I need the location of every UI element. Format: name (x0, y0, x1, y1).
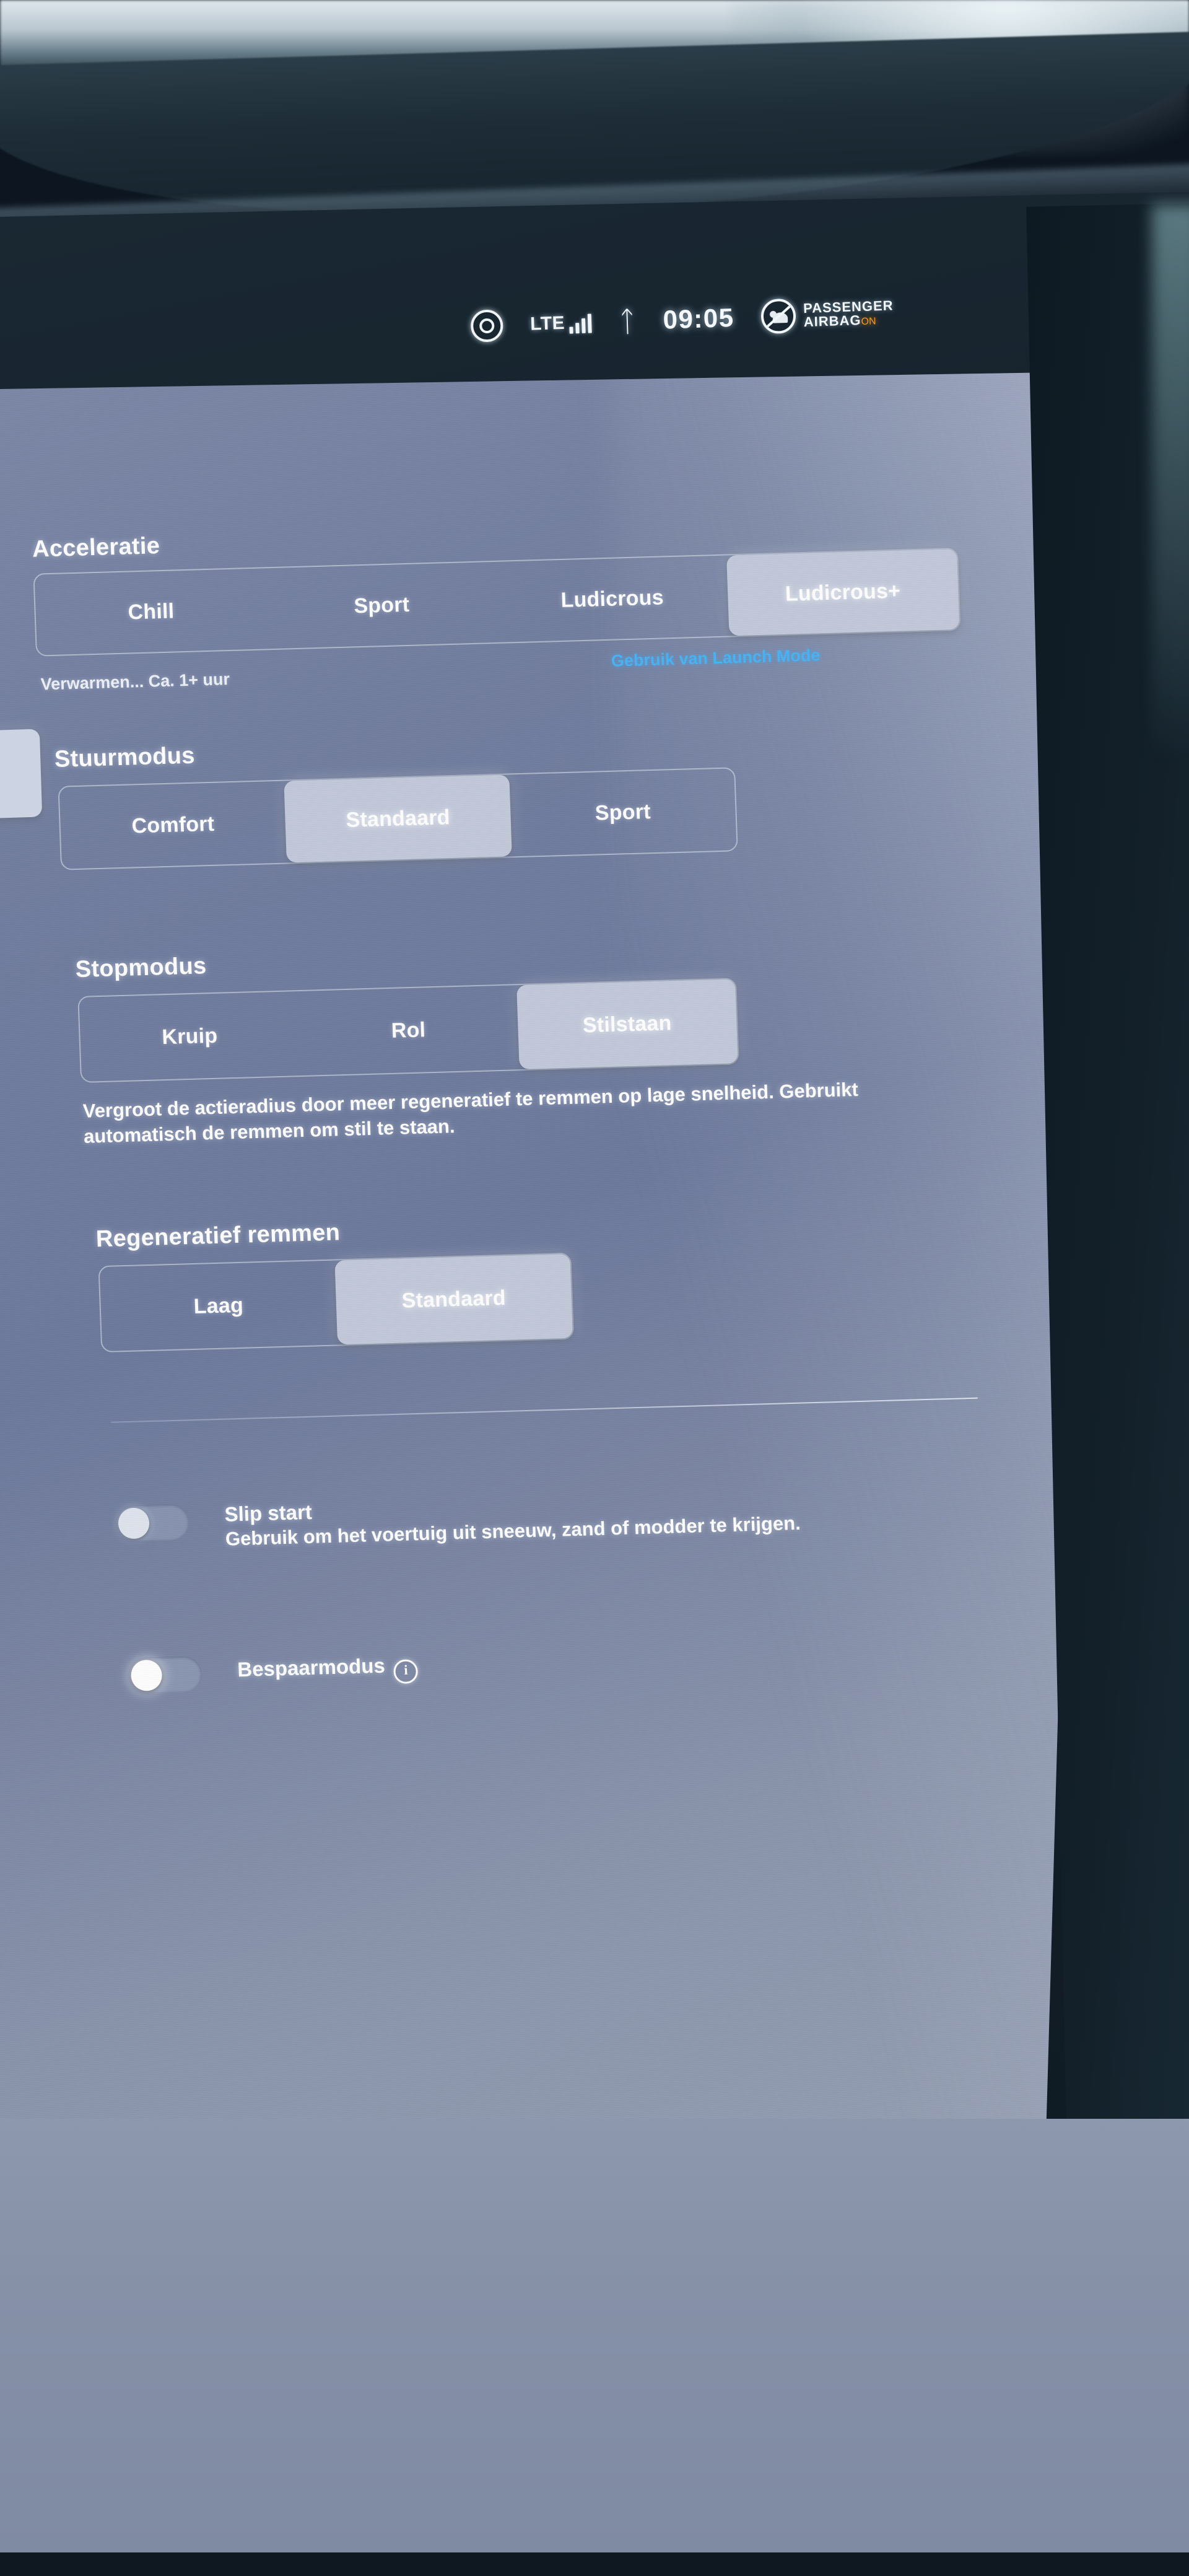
regen-segmented-control[interactable]: Laag Standaard (98, 1252, 575, 1353)
acceleration-hint: Verwarmen... Ca. 1+ uur (40, 669, 230, 694)
acceleration-option-sport[interactable]: Sport (265, 562, 499, 649)
airbag-status-badge: ON (861, 316, 876, 328)
signal-bars-icon (569, 312, 592, 334)
stopping-option-stilstaan[interactable]: Stilstaan (516, 979, 738, 1070)
clock: 09:05 (662, 302, 735, 335)
settings-content: Acceleratie Chill Sport Ludicrous Ludicr… (0, 372, 1096, 2136)
bespaarmodus-label: Bespaarmodus (237, 1654, 386, 1681)
info-icon[interactable]: i (393, 1658, 419, 1684)
regen-option-laag[interactable]: Laag (100, 1261, 338, 1352)
bezel-right-glow (1152, 204, 1189, 762)
target-icon[interactable] (470, 309, 504, 343)
regen-option-standaard[interactable]: Standaard (334, 1253, 573, 1345)
stopping-segmented-control[interactable]: Kruip Rol Stilstaan (77, 978, 739, 1083)
sidebar-selected-chip[interactable] (0, 729, 43, 819)
acceleration-segmented-control[interactable]: Chill Sport Ludicrous Ludicrous+ (33, 548, 961, 657)
car-interior-photo: LTE ᛏ 09:05 PASSENGER AIRBAGON Accelerat… (0, 0, 1189, 2576)
airbag-line2: AIRBAG (803, 312, 861, 330)
touchscreen[interactable]: Acceleratie Chill Sport Ludicrous Ludicr… (0, 372, 1096, 2137)
steering-title: Stuurmodus (54, 742, 196, 773)
slip-start-label: Slip start (224, 1500, 313, 1526)
dashboard-lower-surface (0, 2119, 1189, 2576)
bluetooth-icon[interactable]: ᛏ (618, 304, 636, 338)
stopping-title: Stopmodus (75, 953, 207, 983)
steering-option-comfort[interactable]: Comfort (59, 781, 287, 869)
steering-option-standaard[interactable]: Standaard (284, 774, 512, 863)
passenger-airbag-indicator: PASSENGER AIRBAGON (760, 295, 894, 335)
slip-start-toggle[interactable] (115, 1504, 190, 1542)
bespaarmodus-toggle[interactable] (128, 1655, 203, 1694)
regen-title: Regeneratief remmen (95, 1219, 341, 1253)
stopping-option-rol[interactable]: Rol (298, 985, 520, 1076)
network-label: LTE (529, 312, 565, 335)
steering-option-sport[interactable]: Sport (509, 768, 737, 856)
bespaarmodus-row[interactable]: Bespaarmodus i (128, 1637, 873, 1694)
acceleration-option-chill[interactable]: Chill (34, 568, 268, 655)
slip-start-row[interactable]: Slip start Gebruik om het voertuig uit s… (115, 1482, 983, 1556)
steering-segmented-control[interactable]: Comfort Standaard Sport (58, 767, 738, 870)
cellular-status: LTE (530, 312, 592, 335)
stopping-description: Vergroot de actieradius door meer regene… (82, 1078, 859, 1147)
stopping-option-kruip[interactable]: Kruip (79, 991, 300, 1082)
acceleration-option-ludicrous[interactable]: Ludicrous (495, 556, 729, 642)
passenger-airbag-icon (760, 298, 797, 335)
photo-bottom-edge (0, 2552, 1189, 2576)
acceleration-option-ludicrous-plus[interactable]: Ludicrous+ (726, 549, 960, 636)
section-divider (111, 1397, 978, 1423)
launch-mode-link[interactable]: Gebruik van Launch Mode (611, 646, 821, 670)
acceleration-title: Acceleratie (32, 533, 160, 563)
